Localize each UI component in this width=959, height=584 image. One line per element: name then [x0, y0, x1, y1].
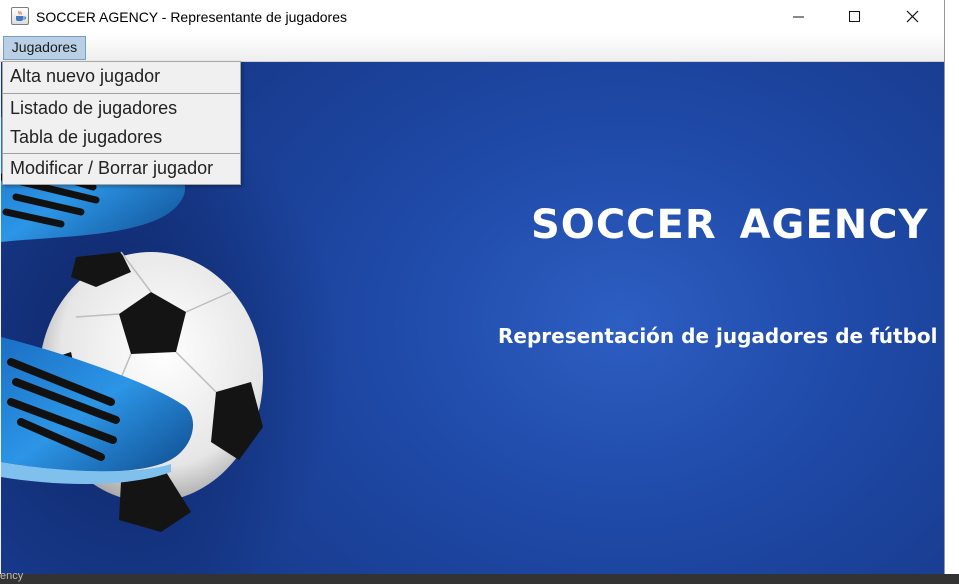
app-window: SOCCER AGENCY - Representante de jugador…	[0, 0, 944, 574]
window-title: SOCCER AGENCY - Representante de jugador…	[36, 9, 348, 25]
minimize-icon	[793, 16, 804, 18]
menu-item-modificar-borrar-jugador[interactable]: Modificar / Borrar jugador	[3, 154, 240, 182]
taskbar-fragment-text: ency	[0, 570, 24, 582]
menu-jugadores[interactable]: Jugadores	[3, 36, 86, 60]
menu-item-listado-jugadores[interactable]: Listado de jugadores	[3, 94, 240, 122]
maximize-icon	[849, 11, 860, 22]
minimize-button[interactable]	[770, 0, 828, 34]
desktop-edge	[944, 0, 959, 574]
menu-item-alta-nuevo-jugador[interactable]: Alta nuevo jugador	[3, 62, 240, 90]
menu-bar: Jugadores	[0, 34, 944, 62]
java-cup-icon	[11, 7, 29, 25]
title-bar[interactable]: SOCCER AGENCY - Representante de jugador…	[0, 0, 944, 34]
close-button[interactable]	[884, 0, 942, 34]
hero-subtitle: Representación de jugadores de fútbol	[498, 324, 938, 348]
jugadores-dropdown-menu: Alta nuevo jugador Listado de jugadores …	[2, 61, 241, 185]
menu-item-tabla-jugadores[interactable]: Tabla de jugadores	[3, 123, 240, 151]
taskbar-strip	[0, 574, 959, 584]
close-icon	[906, 10, 919, 23]
hero-title: SOCCER AGENCY	[531, 202, 929, 248]
maximize-button[interactable]	[826, 0, 884, 34]
